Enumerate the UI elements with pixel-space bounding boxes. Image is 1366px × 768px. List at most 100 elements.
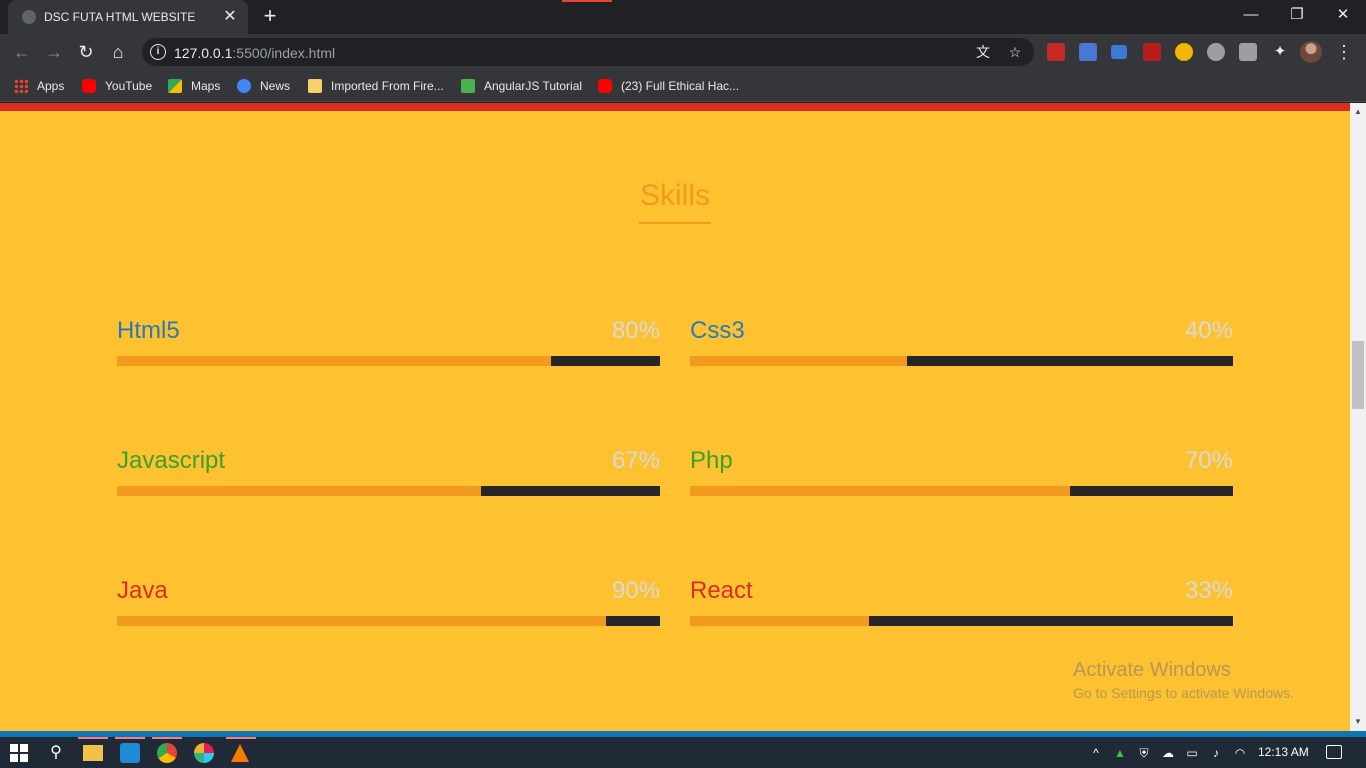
tab-close-button[interactable]: ✕ [220,7,240,27]
tray-overflow-chevron-icon[interactable]: ^ [1088,746,1104,760]
skill-name: Php [690,447,733,474]
skill-progress-track [117,356,660,366]
wifi-icon[interactable]: ◠ [1232,746,1248,760]
skill-progress-track [690,486,1233,496]
skill-html5: Html5 80% [117,317,660,377]
skill-percent: 80% [611,317,660,344]
site-info-icon[interactable]: i [150,44,166,60]
app-running-indicator [226,737,256,739]
tab-strip: DSC FUTA HTML WEBSITE ✕ + — ❐ ✕ [0,0,1366,34]
recording-indicator [562,0,612,2]
skill-react: React 33% [690,577,1233,637]
scroll-thumb[interactable] [1352,341,1364,409]
bookmark-ethical-hacking[interactable]: (23) Full Ethical Hac... [598,77,739,95]
chrome-icon[interactable] [157,743,177,763]
slack-icon[interactable] [194,743,214,763]
app-running-indicator [78,737,108,739]
skills-title: Skills [639,179,710,212]
skill-percent: 40% [1184,317,1233,344]
vscode-icon[interactable] [120,743,140,763]
extension-blue-icon[interactable] [1111,45,1127,59]
skill-progress-track [117,486,660,496]
extension-red-book-icon[interactable] [1047,43,1065,61]
profile-avatar[interactable] [1300,41,1322,63]
skill-progress-fill [690,616,870,626]
browser-menu-button[interactable]: ⋮ [1334,40,1354,64]
page-scrollbar[interactable]: ▲ ▼ [1350,103,1366,731]
chrome-extension-icon[interactable] [1175,43,1193,61]
file-explorer-icon[interactable] [83,745,103,761]
battery-icon[interactable]: ▭ [1184,746,1200,760]
skill-javascript: Javascript 67% [117,447,660,507]
reload-button[interactable]: ↻ [73,39,99,65]
skill-progress-track [690,356,1233,366]
skill-percent: 67% [611,447,660,474]
security-shield-icon[interactable]: ⛨ [1136,746,1152,760]
bookmark-folder-imported[interactable]: Imported From Fire... [308,77,444,95]
copy-extension-icon[interactable] [1239,43,1257,61]
bookmark-news[interactable]: News [237,77,290,95]
url-text[interactable]: 127.0.0.1:5500/index.html [174,45,335,61]
skill-percent: 70% [1184,447,1233,474]
youtube-icon [598,79,612,93]
tab-active[interactable]: DSC FUTA HTML WEBSITE ✕ [8,0,248,34]
app-running-indicator [115,737,145,739]
skill-progress-track [690,616,1233,626]
skill-progress-fill [117,616,606,626]
back-button[interactable]: ← [9,39,35,65]
address-bar[interactable]: i 127.0.0.1:5500/index.html 文 ☆ [142,38,1034,66]
skill-name: Css3 [690,317,745,344]
activate-windows-watermark: Activate Windows Go to Settings to activ… [1073,659,1294,701]
skill-percent: 90% [611,577,660,604]
apps-grid-icon [14,79,28,93]
skill-name: Html5 [117,317,180,344]
puzzle-extensions-icon[interactable]: ✦ [1271,43,1289,61]
new-tab-button[interactable]: + [258,5,282,29]
browser-toolbar: ← → ↻ ⌂ i 127.0.0.1:5500/index.html 文 ☆ … [0,34,1366,70]
skill-progress-fill [117,486,481,496]
skill-progress-fill [690,486,1071,496]
forward-button[interactable]: → [41,39,67,65]
search-icon[interactable]: ⚲ [46,743,66,763]
adobe-acrobat-extension-icon[interactable] [1143,43,1161,61]
start-icon[interactable] [10,744,28,762]
page-viewport: Skills Html5 80% Css3 40% Javascript 67%… [0,103,1350,731]
skill-progress-track [117,616,660,626]
drive-extension-icon[interactable] [1207,43,1225,61]
windows-taskbar: ⚲ ^ ▲ ⛨ ☁ ▭ ♪ ◠ 12:13 AM [0,731,1366,768]
bookmark-maps[interactable]: Maps [168,77,220,95]
scroll-up-arrow-icon[interactable]: ▲ [1350,105,1366,119]
google-translate-extension-icon[interactable] [1079,43,1097,61]
maps-icon [168,79,182,93]
notifications-icon[interactable] [1326,745,1342,759]
translate-icon[interactable]: 文 [974,43,992,61]
skill-name: React [690,577,753,604]
skill-java: Java 90% [117,577,660,637]
taskbar-clock[interactable]: 12:13 AM [1258,745,1309,759]
bookmark-angularjs-tutorial[interactable]: AngularJS Tutorial [461,77,582,95]
youtube-icon [82,79,96,93]
onedrive-cloud-icon[interactable]: ☁ [1160,746,1176,760]
bookmark-apps[interactable]: Apps [14,77,64,95]
watermark-title: Activate Windows [1073,659,1231,681]
skill-css3: Css3 40% [690,317,1233,377]
home-button[interactable]: ⌂ [105,39,131,65]
header-bottom-band [0,103,1350,111]
minimize-button[interactable]: — [1228,0,1274,30]
skill-name: Javascript [117,447,226,474]
scroll-down-arrow-icon[interactable]: ▼ [1350,715,1366,729]
close-window-button[interactable]: ✕ [1320,0,1366,30]
tab-title: DSC FUTA HTML WEBSITE [44,10,196,24]
skill-percent: 33% [1184,577,1233,604]
bookmark-star-icon[interactable]: ☆ [1006,43,1024,61]
title-underline [639,222,711,224]
volume-icon[interactable]: ♪ [1208,746,1224,760]
restore-button[interactable]: ❐ [1274,0,1320,30]
app-running-indicator [152,737,182,739]
angular-tutorial-icon [461,79,475,93]
vlc-icon[interactable] [231,744,249,762]
skill-progress-fill [117,356,552,366]
bookmark-youtube[interactable]: YouTube [82,77,152,95]
tray-green-app-icon[interactable]: ▲ [1112,746,1128,760]
skill-php: Php 70% [690,447,1233,507]
